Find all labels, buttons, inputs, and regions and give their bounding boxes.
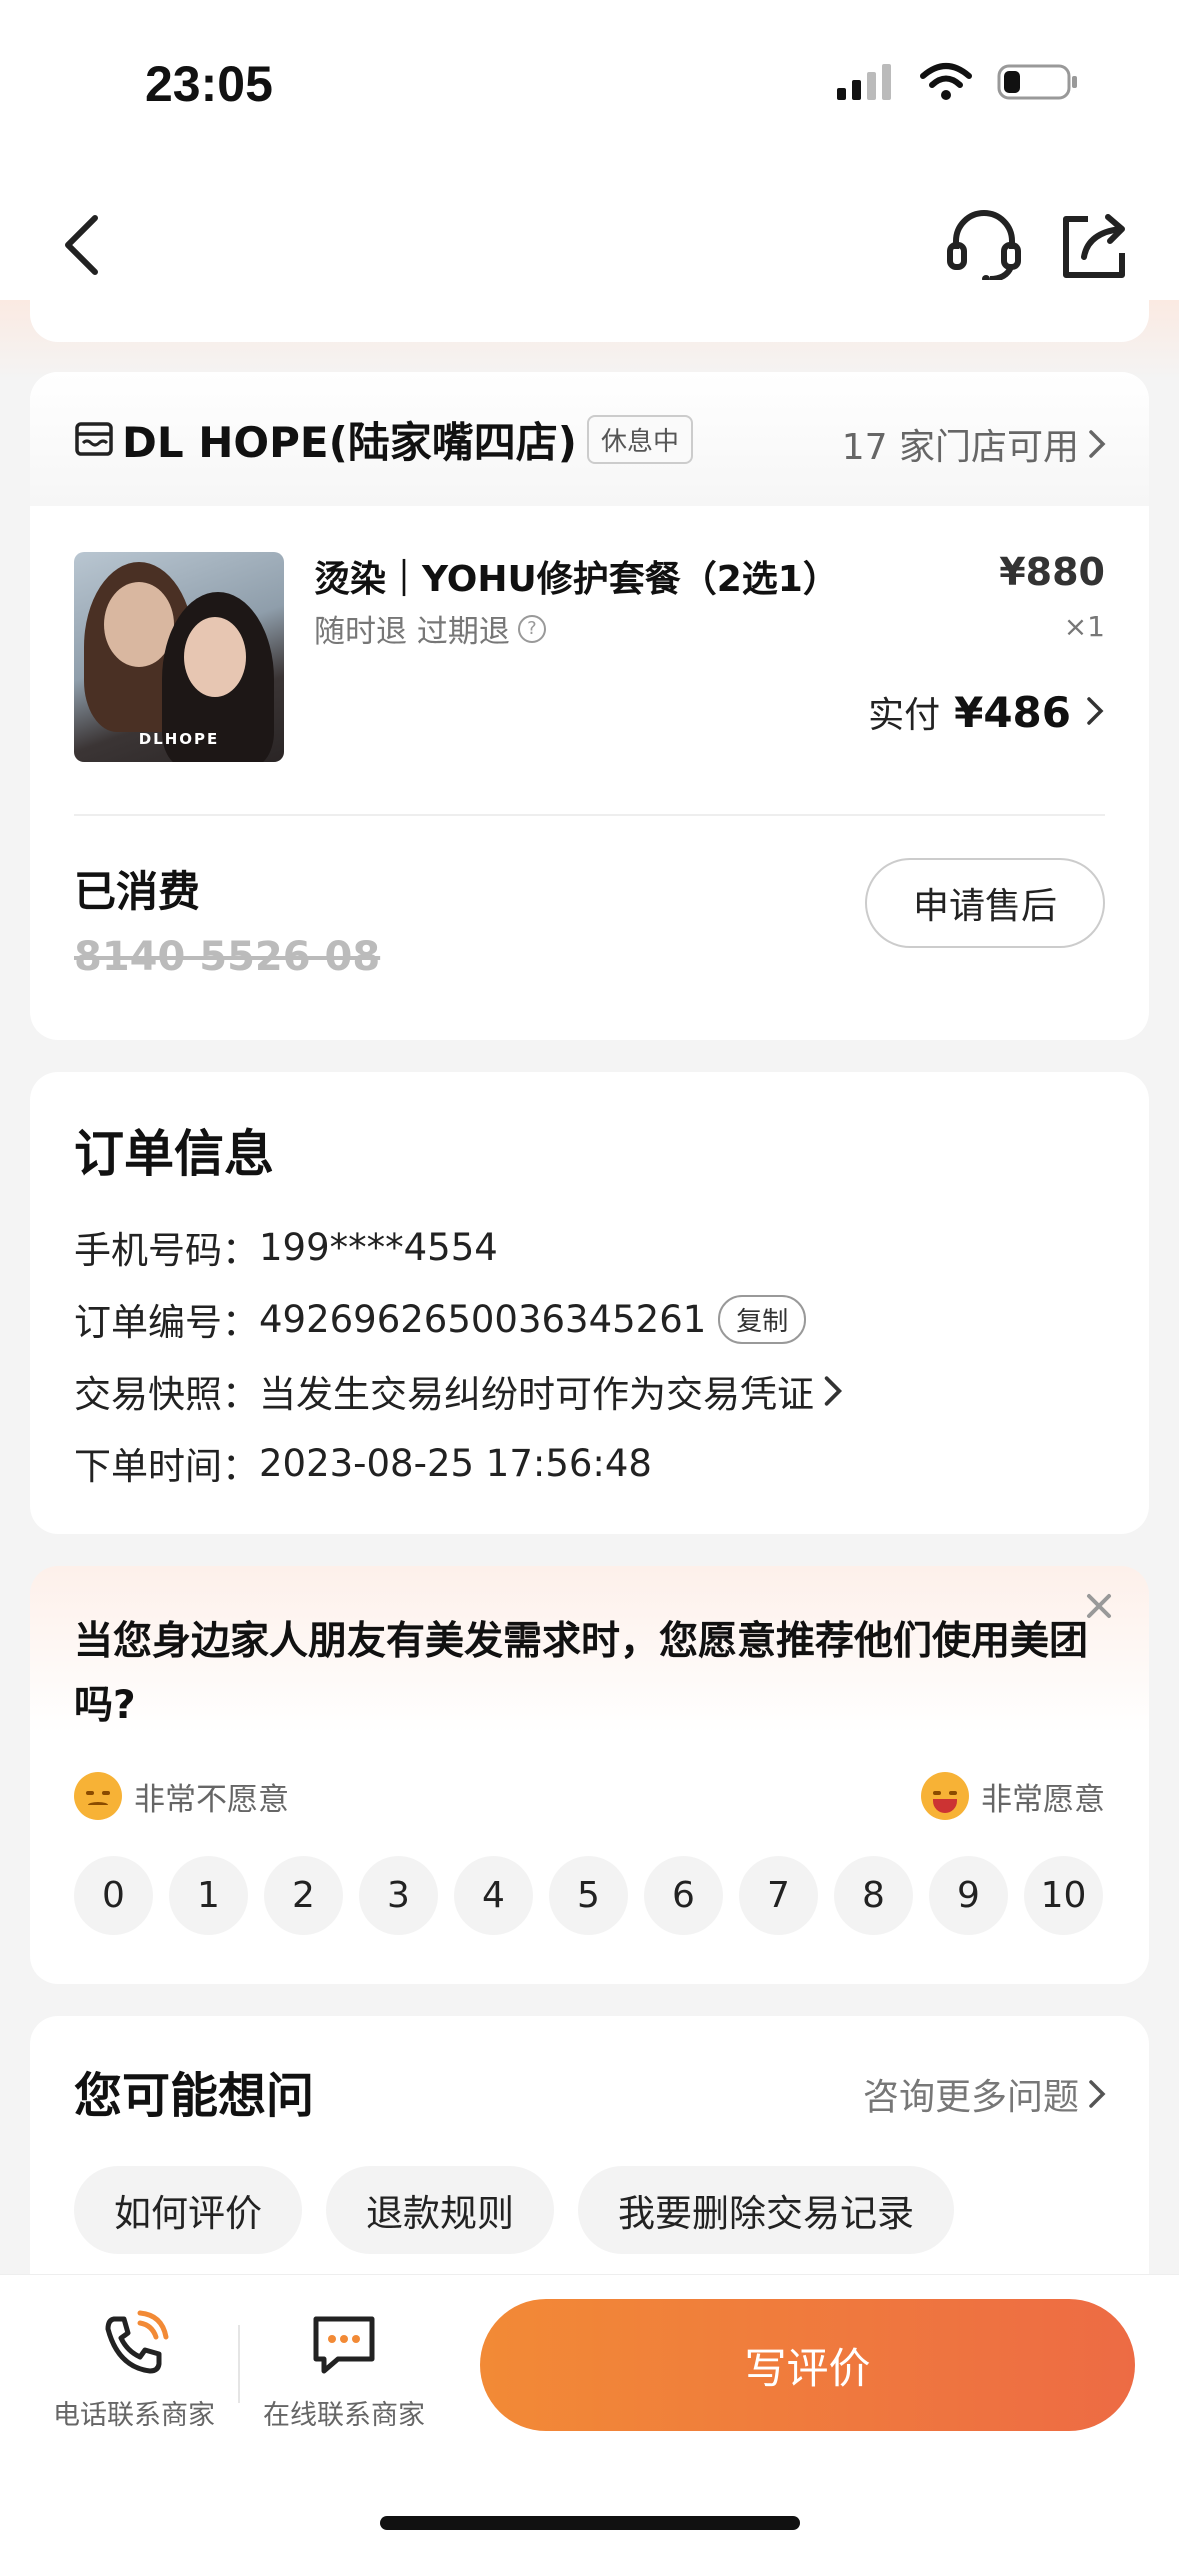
order-time-line: 下单时间： 2023-08-25 17:56:48 [74, 1436, 652, 1490]
survey-low-label: 非常不愿意 [74, 1772, 289, 1820]
snapshot-line[interactable]: 交易快照： 当发生交易纠纷时可作为交易凭证 [74, 1364, 844, 1418]
score-options: 0 1 2 3 4 5 6 7 8 9 10 [74, 1856, 1103, 1935]
refund-policy: 随时退 过期退 ? [314, 606, 546, 651]
product-title: 烫染｜YOHU修护套餐（2选1） [314, 559, 839, 600]
customer-service-icon[interactable] [944, 205, 1024, 285]
paid-amount-link[interactable]: 实付 ¥486 [868, 686, 1105, 738]
phone-line: 手机号码： 199****4554 [74, 1220, 498, 1274]
product-row[interactable]: DLHOPE 烫染｜YOHU修护套餐（2选1） 随时退 过期退 ? ¥880 ×… [74, 506, 1105, 816]
score-option[interactable]: 3 [359, 1856, 438, 1935]
more-questions-label: 咨询更多问题 [862, 2077, 1079, 2118]
status-bar: 23:05 [0, 0, 1179, 170]
sad-face-icon [74, 1772, 122, 1820]
divider [238, 2325, 240, 2403]
store-status-badge: 休息中 [586, 414, 693, 464]
faq-chip-delete-record[interactable]: 我要删除交易记录 [578, 2166, 954, 2254]
available-stores-link[interactable]: 17 家门店可用 [842, 418, 1107, 470]
paid-amount: ¥486 [954, 688, 1071, 737]
score-option[interactable]: 10 [1024, 1856, 1103, 1935]
chat-icon [313, 2316, 375, 2374]
survey-high-label: 非常愿意 [921, 1772, 1105, 1820]
share-icon[interactable] [1054, 205, 1134, 285]
call-merchant-button[interactable]: 电话联系商家 [34, 2309, 234, 2432]
battery-icon [997, 64, 1077, 100]
chevron-right-icon [1089, 430, 1106, 458]
faq-chip-refund-rules[interactable]: 退款规则 [326, 2166, 554, 2254]
score-option[interactable]: 1 [169, 1856, 248, 1935]
order-info-title: 订单信息 [74, 1125, 274, 1183]
chat-merchant-button[interactable]: 在线联系商家 [244, 2309, 444, 2432]
product-quantity: ×1 [1063, 610, 1105, 643]
score-option[interactable]: 4 [454, 1856, 533, 1935]
faq-chips: 如何评价 退款规则 我要删除交易记录 [74, 2166, 954, 2254]
survey-low-text: 非常不愿意 [134, 1781, 289, 1818]
order-number-line: 订单编号： 4926962650036345261 复制 [74, 1292, 807, 1346]
more-questions-link[interactable]: 咨询更多问题 [863, 2068, 1107, 2120]
phone-label: 手机号码： [74, 1229, 259, 1272]
score-option[interactable]: 6 [644, 1856, 723, 1935]
product-image-brand: DLHOPE [138, 730, 220, 748]
back-icon[interactable] [50, 210, 120, 280]
score-option[interactable]: 2 [264, 1856, 343, 1935]
survey-question: 当您身边家人朋友有美发需求时，您愿意推荐他们使用美团吗? [74, 1619, 1089, 1728]
copy-button[interactable]: 复制 [718, 1294, 807, 1344]
paid-label: 实付 [868, 695, 941, 736]
previous-card-edge [30, 280, 1149, 342]
order-time-value: 2023-08-25 17:56:48 [259, 1441, 652, 1485]
chevron-right-icon [1089, 2080, 1106, 2108]
order-info-card: 订单信息 手机号码： 199****4554 订单编号： 49269626500… [30, 1072, 1149, 1534]
snapshot-text: 当发生交易纠纷时可作为交易凭证 [259, 1373, 814, 1416]
score-option[interactable]: 7 [739, 1856, 818, 1935]
write-review-button[interactable]: 写评价 [480, 2299, 1135, 2431]
score-option[interactable]: 9 [929, 1856, 1008, 1935]
consumption-row: 已消费 8140 5526 08 申请售后 [74, 816, 1105, 1040]
status-icons [835, 62, 1079, 102]
order-number-label: 订单编号： [74, 1301, 259, 1344]
cellular-signal-icon [837, 64, 891, 100]
score-option[interactable]: 5 [549, 1856, 628, 1935]
order-card: DL HOPE(陆家嘴四店) 休息中 17 家门店可用 DLHOPE 烫染｜YO… [30, 372, 1149, 1040]
product-image[interactable]: DLHOPE [74, 552, 284, 762]
status-time: 23:05 [145, 56, 273, 112]
consumption-status: 已消费 [74, 867, 201, 916]
phone-icon [105, 2310, 169, 2374]
refund-policy-text: 随时退 过期退 [314, 614, 510, 650]
home-indicator [380, 2516, 800, 2530]
wifi-icon [920, 63, 972, 100]
nps-survey-card: 当您身边家人朋友有美发需求时，您愿意推荐他们使用美团吗? 非常不愿意 非常愿意 … [30, 1566, 1149, 1984]
bottom-action-bar: 电话联系商家 在线联系商家 写评价 [0, 2274, 1179, 2556]
available-stores-label: 17 家门店可用 [841, 427, 1079, 468]
order-time-label: 下单时间： [74, 1445, 259, 1488]
chevron-right-icon [1087, 697, 1104, 725]
snapshot-label: 交易快照： [74, 1373, 259, 1416]
after-sale-button[interactable]: 申请售后 [865, 858, 1105, 948]
phone-value: 199****4554 [259, 1225, 498, 1269]
chevron-right-icon [824, 1376, 843, 1406]
call-merchant-label: 电话联系商家 [53, 2400, 215, 2431]
faq-chip-how-to-review[interactable]: 如何评价 [74, 2166, 302, 2254]
store-icon [75, 422, 113, 456]
faq-title: 您可能想问 [74, 2068, 315, 2124]
happy-face-icon [921, 1772, 969, 1820]
product-price: ¥880 [999, 550, 1105, 594]
store-name[interactable]: DL HOPE(陆家嘴四店) [122, 409, 577, 470]
order-number-value: 4926962650036345261 [259, 1297, 707, 1341]
score-option[interactable]: 0 [74, 1856, 153, 1935]
store-header[interactable]: DL HOPE(陆家嘴四店) 休息中 17 家门店可用 [30, 372, 1149, 506]
survey-high-text: 非常愿意 [981, 1781, 1105, 1818]
chat-merchant-label: 在线联系商家 [263, 2400, 425, 2431]
help-icon[interactable]: ? [517, 614, 546, 643]
score-option[interactable]: 8 [834, 1856, 913, 1935]
voucher-code: 8140 5526 08 [74, 934, 381, 980]
